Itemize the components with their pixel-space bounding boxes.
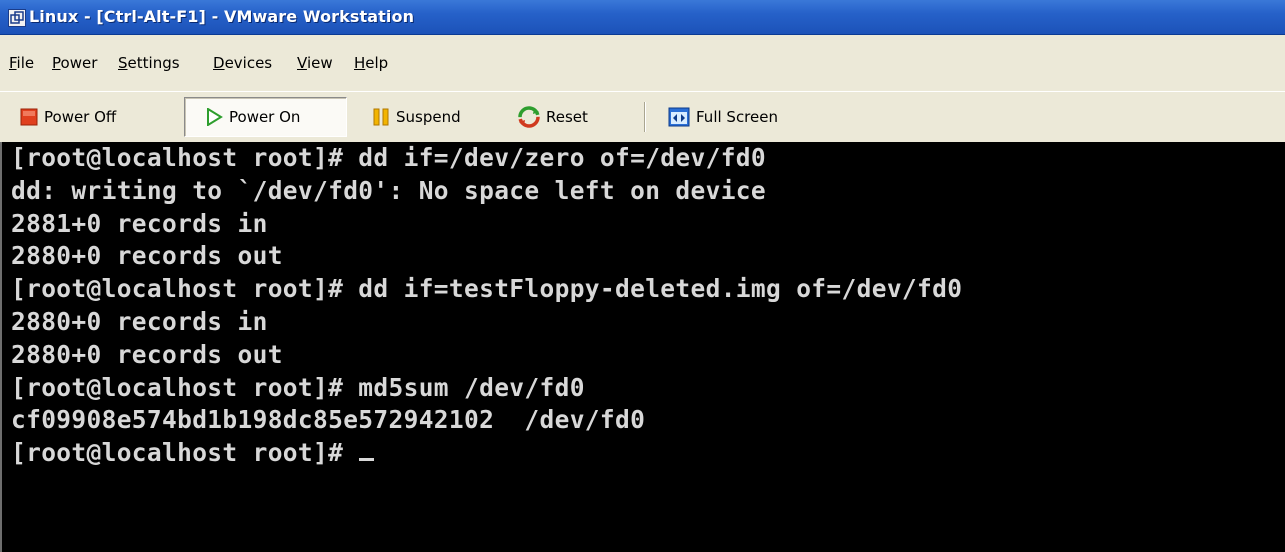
power-off-icon xyxy=(20,108,38,126)
console-line: dd: writing to `/dev/fd0': No space left… xyxy=(11,175,767,205)
power-off-button[interactable]: Power Off xyxy=(12,97,124,137)
vm-console[interactable]: [root@localhost root]# dd if=/dev/zero o… xyxy=(0,142,1285,552)
menu-view[interactable]: View xyxy=(297,54,333,72)
console-line: 2880+0 records out xyxy=(11,339,283,369)
console-line: cf09908e574bd1b198dc85e572942102 /dev/fd… xyxy=(11,405,646,435)
console-prompt-line: [root@localhost root]# xyxy=(11,437,1285,470)
console-line: [root@localhost root]# dd if=testFloppy-… xyxy=(11,274,963,304)
menu-devices[interactable]: Devices xyxy=(213,54,272,72)
power-on-icon xyxy=(207,108,223,126)
full-screen-icon xyxy=(668,107,690,127)
toolbar-separator xyxy=(644,102,646,132)
menu-settings[interactable]: Settings xyxy=(118,54,180,72)
menu-help[interactable]: Help xyxy=(354,54,388,72)
window-title-bar[interactable]: Linux - [Ctrl-Alt-F1] - VMware Workstati… xyxy=(0,0,1285,35)
menu-file[interactable]: File xyxy=(9,54,34,72)
power-on-button[interactable]: Power On xyxy=(184,97,347,137)
window-title: Linux - [Ctrl-Alt-F1] - VMware Workstati… xyxy=(29,7,415,26)
menu-power[interactable]: Power xyxy=(52,54,97,72)
vmware-icon xyxy=(8,9,26,27)
console-line: [root@localhost root]# md5sum /dev/fd0 xyxy=(11,372,585,402)
console-prompt: [root@localhost root]# xyxy=(11,438,359,468)
toolbar: Power Off Power On Suspend Reset Full Sc… xyxy=(0,91,1285,142)
full-screen-button[interactable]: Full Screen xyxy=(660,97,786,137)
suspend-icon xyxy=(373,108,389,126)
console-line: 2880+0 records in xyxy=(11,306,268,336)
suspend-button[interactable]: Suspend xyxy=(364,97,469,137)
console-line: [root@localhost root]# dd if=/dev/zero o… xyxy=(11,143,767,172)
menu-bar: File Power Settings Devices View Help xyxy=(0,35,1285,91)
text-cursor xyxy=(359,458,375,462)
reset-button[interactable]: Reset xyxy=(510,97,596,137)
console-line: 2880+0 records out xyxy=(11,241,283,271)
reset-icon xyxy=(518,106,540,128)
console-line: 2881+0 records in xyxy=(11,208,268,238)
